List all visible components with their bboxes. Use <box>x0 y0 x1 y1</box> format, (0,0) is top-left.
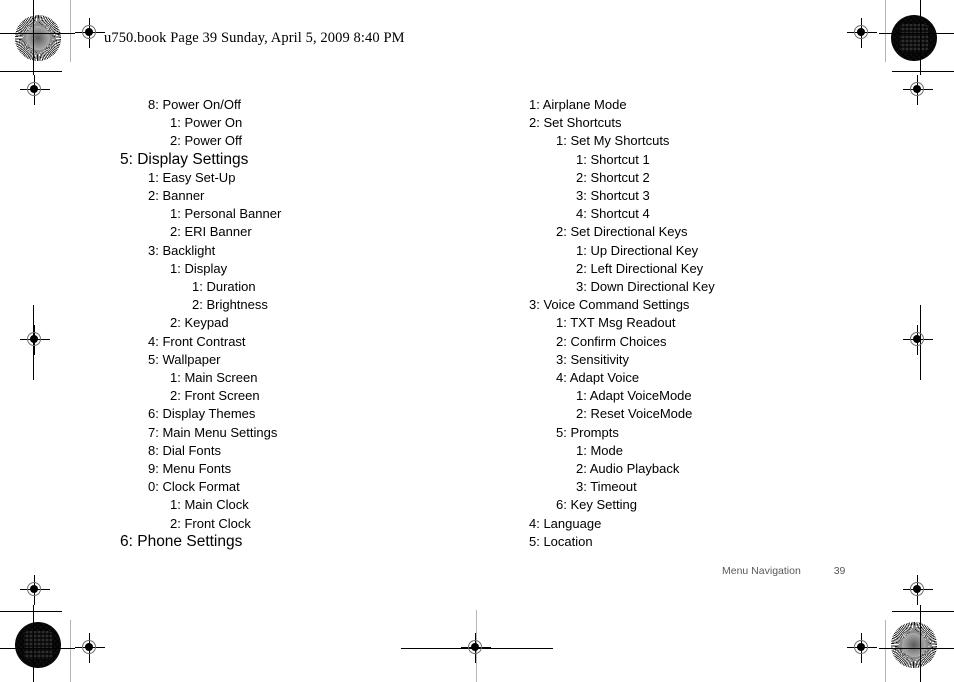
menu-item: 3: Down Directional Key <box>576 279 715 295</box>
menu-item: 5: Wallpaper <box>148 351 221 367</box>
menu-item: 2: Front Screen <box>170 388 260 404</box>
crop-line-left-edge-bottom <box>33 605 34 682</box>
menu-item: 7: Main Menu Settings <box>148 424 278 440</box>
registration-mark-left-middle <box>20 325 50 355</box>
crop-line-top-right <box>879 33 954 34</box>
crop-line-right-edge-top <box>920 0 921 75</box>
menu-item: 1: Adapt VoiceMode <box>576 388 692 404</box>
menu-item: 5: Display Settings <box>120 150 249 168</box>
menu-item: 4: Language <box>529 515 602 531</box>
menu-item: 5: Location <box>529 533 593 549</box>
crop-line-right-bottom <box>892 611 954 612</box>
registration-mark-top-right <box>847 18 877 48</box>
menu-item: 5: Prompts <box>556 424 619 440</box>
menu-item: 3: Shortcut 3 <box>576 188 650 204</box>
menu-item: 2: Confirm Choices <box>556 333 667 349</box>
color-target-bottom-right <box>891 622 937 668</box>
footer-page-number: 39 <box>833 565 846 577</box>
menu-item: 1: Power On <box>170 115 243 131</box>
menu-item: 3: Voice Command Settings <box>529 297 690 313</box>
menu-item: 4: Shortcut 4 <box>576 206 650 222</box>
menu-item: 1: Up Directional Key <box>576 242 699 258</box>
crop-line-left-edge-top <box>33 0 34 75</box>
menu-item: 1: Duration <box>192 279 256 295</box>
menu-item: 8: Dial Fonts <box>148 442 221 458</box>
crop-line-left-edge-middle <box>33 305 34 380</box>
menu-item: 2: Set Directional Keys <box>556 224 688 240</box>
crop-line-top-left <box>0 33 75 34</box>
menu-item: 1: Shortcut 1 <box>576 151 650 167</box>
menu-item: 2: Front Clock <box>170 515 251 531</box>
crop-line-bottom-center-left <box>401 648 476 649</box>
crop-line-bottom-center-right <box>478 648 553 649</box>
crop-line-right-edge-middle <box>920 305 921 380</box>
menu-item: 2: Left Directional Key <box>576 260 704 276</box>
color-target-top-left <box>15 15 61 61</box>
color-target-top-right <box>891 15 937 61</box>
guide-line-top-left <box>70 0 71 62</box>
menu-item: 1: Display <box>170 260 228 276</box>
crop-line-bottom-left <box>0 648 75 649</box>
menu-item: 2: Set Shortcuts <box>529 115 622 131</box>
menu-item: 2: Power Off <box>170 133 243 149</box>
document-header: u750.book Page 39 Sunday, April 5, 2009 … <box>104 30 405 46</box>
menu-item: 2: Reset VoiceMode <box>576 406 693 422</box>
menu-item: 2: Keypad <box>170 315 229 331</box>
color-target-bottom-left <box>15 622 61 668</box>
registration-mark-bottom-right <box>847 633 877 663</box>
menu-item: 6: Key Setting <box>556 497 637 513</box>
menu-item: 3: Timeout <box>576 479 637 495</box>
crop-line-bottom-right <box>879 648 954 649</box>
menu-item: 6: Display Themes <box>148 406 256 422</box>
menu-item: 3: Backlight <box>148 242 216 258</box>
guide-line-bottom-right <box>885 620 886 682</box>
registration-mark-left-bottom <box>20 575 50 605</box>
menu-item: 1: TXT Msg Readout <box>556 315 676 331</box>
menu-item: 3: Sensitivity <box>556 351 629 367</box>
menu-item: 1: Personal Banner <box>170 206 282 222</box>
menu-item: 1: Main Clock <box>170 497 249 513</box>
menu-item: 1: Main Screen <box>170 370 258 386</box>
menu-item: 2: Shortcut 2 <box>576 169 650 185</box>
menu-item: 1: Mode <box>576 442 623 458</box>
menu-item: 1: Airplane Mode <box>529 97 627 112</box>
document-footer: Menu Navigation 39 <box>722 565 845 577</box>
menu-item: 8: Power On/Off <box>148 97 241 112</box>
menu-column-left: 8: Power On/Off 1: Power On 2: Power Off 5:… <box>120 96 500 551</box>
crop-line-left-top <box>0 71 62 72</box>
crop-line-right-edge-bottom <box>920 605 921 682</box>
menu-item: 2: Banner <box>148 188 205 204</box>
menu-item: 4: Adapt Voice <box>556 370 640 386</box>
crop-line-left-bottom <box>0 611 62 612</box>
menu-item: 1: Easy Set-Up <box>148 169 236 185</box>
menu-item: 2: ERI Banner <box>170 224 252 240</box>
registration-mark-left-top <box>20 75 50 105</box>
guide-line-top-right <box>885 0 886 62</box>
menu-item: 0: Clock Format <box>148 479 240 495</box>
registration-mark-top-left <box>75 18 105 48</box>
crop-line-right-top <box>892 71 954 72</box>
menu-item: 1: Set My Shortcuts <box>556 133 670 149</box>
menu-item: 2: Brightness <box>192 297 268 313</box>
menu-item: 4: Front Contrast <box>148 333 246 349</box>
footer-section-title: Menu Navigation <box>722 565 801 577</box>
menu-item: 6: Phone Settings <box>120 532 243 550</box>
menu-column-right: 1: Airplane Mode 2: Set Shortcuts 1: Set M… <box>529 96 909 551</box>
registration-mark-right-bottom <box>903 575 933 605</box>
guide-line-bottom-left <box>70 620 71 682</box>
registration-mark-bottom-left <box>75 633 105 663</box>
guide-line-bottom-center <box>476 610 477 682</box>
menu-item: 2: Audio Playback <box>576 461 680 477</box>
menu-item: 9: Menu Fonts <box>148 461 232 477</box>
